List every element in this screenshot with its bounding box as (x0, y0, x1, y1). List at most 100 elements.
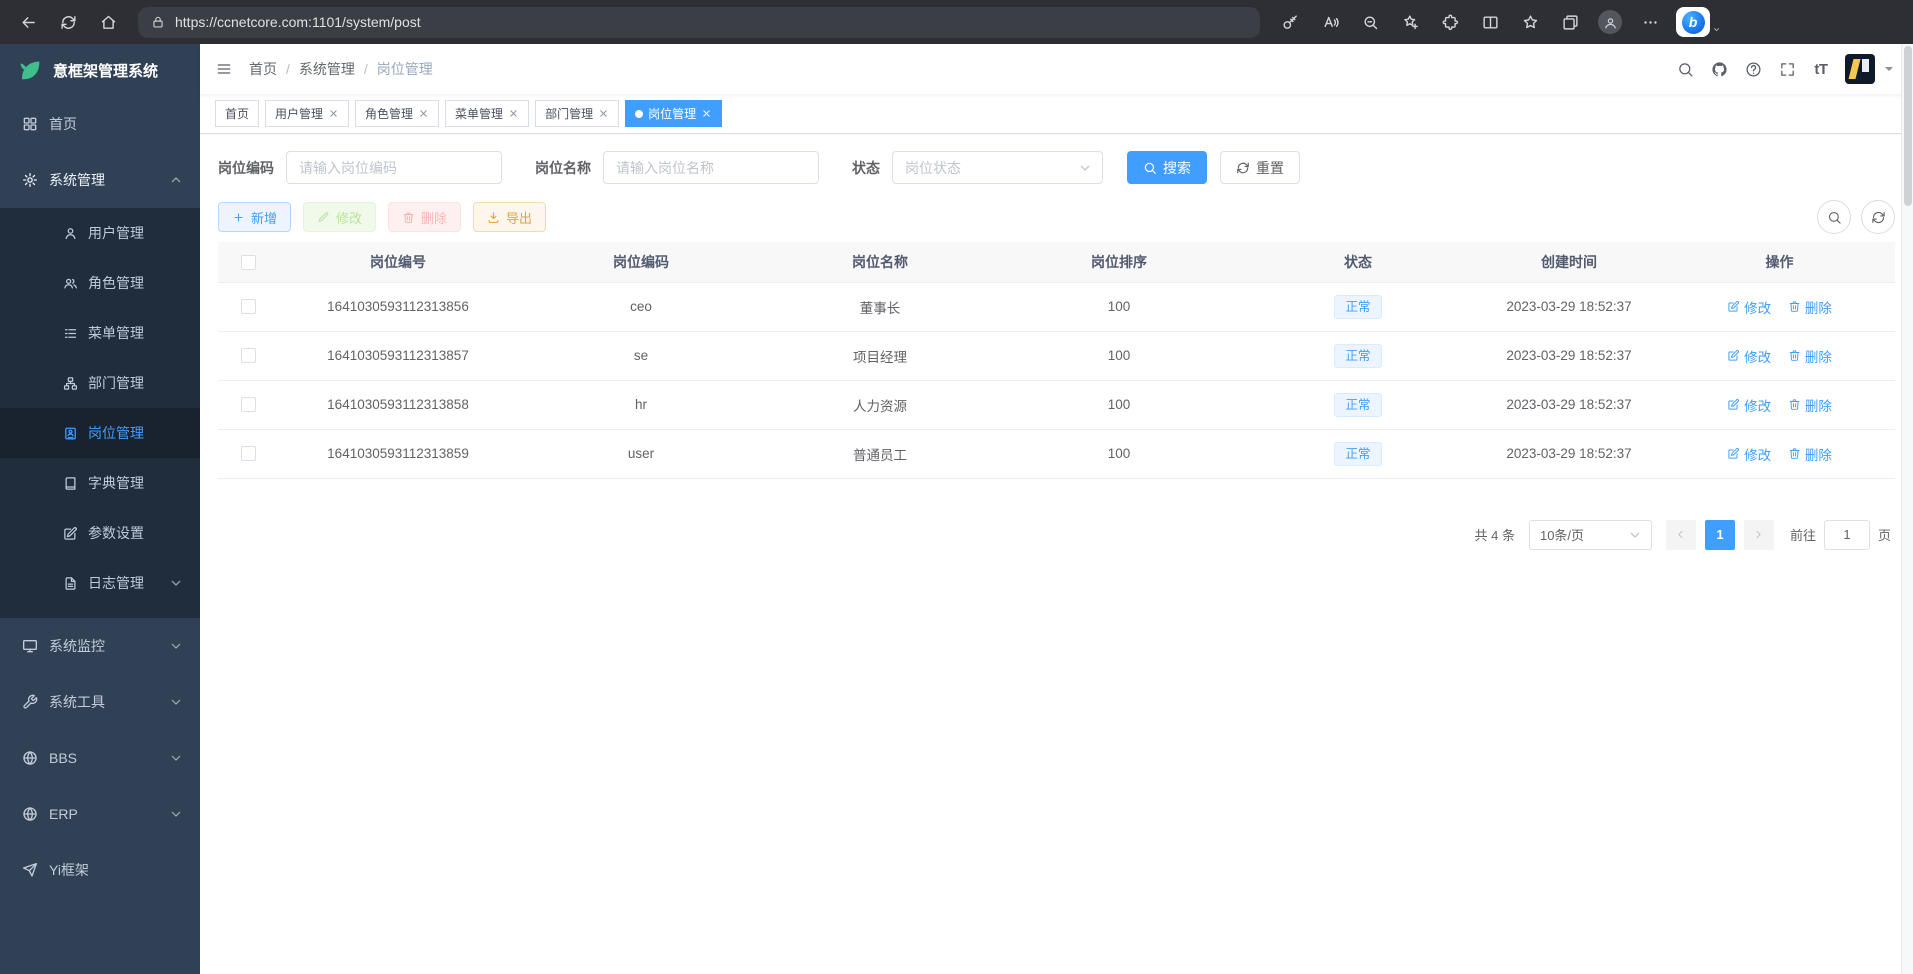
row-edit-button[interactable]: 修改 (1727, 444, 1771, 464)
scrollbar-thumb[interactable] (1904, 46, 1912, 206)
app-logo[interactable]: 意框架管理系统 (0, 44, 200, 96)
tab-user-mgmt[interactable]: 用户管理 (265, 100, 349, 127)
search-button[interactable]: 搜索 (1127, 151, 1207, 184)
browser-menu-button[interactable] (1632, 4, 1668, 40)
row-edit-button[interactable]: 修改 (1727, 346, 1771, 366)
row-delete-button[interactable]: 删除 (1788, 346, 1832, 366)
row-checkbox[interactable] (241, 348, 256, 363)
site-lock-icon[interactable] (151, 15, 165, 29)
select-all-checkbox[interactable] (241, 255, 256, 270)
breadcrumb-home[interactable]: 首页 (249, 59, 277, 79)
github-button[interactable] (1705, 55, 1733, 83)
tab-role-mgmt[interactable]: 角色管理 (355, 100, 439, 127)
row-checkbox[interactable] (241, 397, 256, 412)
row-checkbox[interactable] (241, 446, 256, 461)
add-button[interactable]: 新增 (218, 202, 291, 232)
logo-leaf-icon (18, 58, 43, 83)
close-icon[interactable] (328, 108, 339, 119)
sidebar-item-user-mgmt[interactable]: 用户管理 (0, 208, 200, 258)
refresh-table-button[interactable] (1861, 200, 1895, 234)
browser-back-button[interactable] (10, 4, 46, 40)
close-icon[interactable] (701, 108, 712, 119)
row-checkbox[interactable] (241, 299, 256, 314)
address-bar[interactable]: https://ccnetcore.com:1101/system/post (138, 7, 1260, 38)
sidebar-collapse-icon[interactable] (216, 61, 232, 77)
goto-page-input[interactable] (1824, 520, 1870, 550)
user-avatar[interactable] (1845, 54, 1875, 84)
cell-created-time: 2023-03-29 18:52:37 (1474, 380, 1664, 429)
chevron-left-icon (1674, 528, 1687, 541)
sidebar-item-home[interactable]: 首页 (0, 96, 200, 152)
pagination: 共 4 条 10条/页 1 前往 页 (218, 520, 1895, 550)
sidebar-item-system[interactable]: 系统管理 (0, 152, 200, 208)
split-screen-button[interactable] (1472, 4, 1508, 40)
toggle-search-button[interactable] (1817, 200, 1851, 234)
extensions-button[interactable] (1432, 4, 1468, 40)
row-delete-button[interactable]: 删除 (1788, 297, 1832, 317)
read-aloud-button[interactable] (1312, 4, 1348, 40)
fullscreen-button[interactable] (1773, 55, 1801, 83)
chevron-down-icon (1627, 527, 1643, 543)
collections-button[interactable] (1552, 4, 1588, 40)
zoom-button[interactable] (1352, 4, 1388, 40)
sidebar-item-dept-mgmt[interactable]: 部门管理 (0, 358, 200, 408)
close-icon[interactable] (598, 108, 609, 119)
breadcrumb-system[interactable]: 系统管理 (299, 59, 355, 79)
status-select[interactable]: 岗位状态 (892, 151, 1103, 184)
sidebar-item-param-settings[interactable]: 参数设置 (0, 508, 200, 558)
sidebar-item-log-mgmt[interactable]: 日志管理 (0, 558, 200, 608)
table-row[interactable]: 1641030593112313858 hr 人力资源 100 正常 2023-… (218, 380, 1895, 429)
reset-button[interactable]: 重置 (1220, 151, 1300, 184)
row-edit-button[interactable]: 修改 (1727, 297, 1771, 317)
edit-button[interactable]: 修改 (303, 202, 376, 232)
table-row[interactable]: 1641030593112313859 user 普通员工 100 正常 202… (218, 429, 1895, 478)
copilot-button[interactable]: b (1676, 7, 1710, 37)
add-favorite-button[interactable] (1392, 4, 1428, 40)
favorites-button[interactable] (1512, 4, 1548, 40)
sidebar-item-erp[interactable]: ERP (0, 786, 200, 842)
header-search-button[interactable] (1671, 55, 1699, 83)
sidebar-item-label: 系统管理 (49, 170, 168, 190)
profile-button[interactable] (1592, 4, 1628, 40)
page-scrollbar[interactable] (1901, 44, 1913, 974)
table-row[interactable]: 1641030593112313857 se 项目经理 100 正常 2023-… (218, 331, 1895, 380)
cell-post-code: hr (518, 380, 764, 429)
current-page-button[interactable]: 1 (1705, 520, 1735, 550)
cell-created-time: 2023-03-29 18:52:37 (1474, 429, 1664, 478)
page-size-select[interactable]: 10条/页 (1529, 520, 1652, 550)
sidebar-item-dict-mgmt[interactable]: 字典管理 (0, 458, 200, 508)
export-button[interactable]: 导出 (473, 202, 546, 232)
tab-home[interactable]: 首页 (215, 100, 259, 127)
font-size-button[interactable]: tT (1807, 55, 1835, 83)
tab-label: 首页 (225, 105, 249, 122)
sidebar-item-menu-mgmt[interactable]: 菜单管理 (0, 308, 200, 358)
prev-page-button[interactable] (1666, 520, 1696, 550)
post-name-input[interactable] (603, 151, 819, 184)
help-button[interactable] (1739, 55, 1767, 83)
tab-post-mgmt[interactable]: 岗位管理 (625, 100, 722, 127)
delete-button[interactable]: 删除 (388, 202, 461, 232)
sidebar-item-tools[interactable]: 系统工具 (0, 674, 200, 730)
row-edit-button[interactable]: 修改 (1727, 395, 1771, 415)
sidebar-item-monitor[interactable]: 系统监控 (0, 618, 200, 674)
tab-menu-mgmt[interactable]: 菜单管理 (445, 100, 529, 127)
sidebar-item-bbs[interactable]: BBS (0, 730, 200, 786)
close-icon[interactable] (508, 108, 519, 119)
status-label: 状态 (852, 158, 880, 178)
next-page-button[interactable] (1744, 520, 1774, 550)
row-delete-button[interactable]: 删除 (1788, 444, 1832, 464)
browser-home-button[interactable] (90, 4, 126, 40)
table-row[interactable]: 1641030593112313856 ceo 董事长 100 正常 2023-… (218, 282, 1895, 331)
tab-dept-mgmt[interactable]: 部门管理 (535, 100, 619, 127)
post-code-input[interactable] (286, 151, 502, 184)
password-manager-button[interactable] (1272, 4, 1308, 40)
sidebar-item-post-mgmt[interactable]: 岗位管理 (0, 408, 200, 458)
browser-refresh-button[interactable] (50, 4, 86, 40)
sidebar-item-role-mgmt[interactable]: 角色管理 (0, 258, 200, 308)
trash-icon (1788, 398, 1801, 411)
edit-icon (1727, 398, 1740, 411)
close-icon[interactable] (418, 108, 429, 119)
avatar-caret-icon[interactable] (1881, 61, 1897, 77)
row-delete-button[interactable]: 删除 (1788, 395, 1832, 415)
sidebar-item-yi-framework[interactable]: Yi框架 (0, 842, 200, 898)
